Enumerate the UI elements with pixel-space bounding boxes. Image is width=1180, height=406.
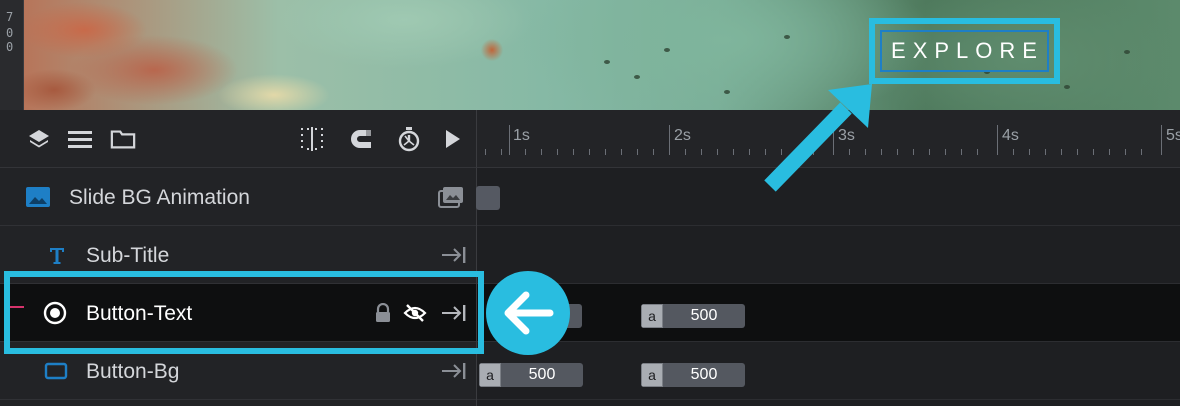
bg-keyframe-block[interactable]: [476, 186, 500, 210]
folder-icon[interactable]: [110, 126, 136, 152]
vertical-ruler: 7 0 0: [0, 0, 24, 110]
frame-chip-in[interactable]: a 500: [479, 363, 583, 387]
frame-prefix: a: [641, 304, 663, 328]
frame-value: 500: [663, 363, 745, 387]
ruler-digit: 0: [6, 26, 14, 40]
layers-icon[interactable]: [26, 126, 52, 152]
frame-value: 500: [663, 304, 745, 328]
tick-label: 4s: [1002, 127, 1019, 144]
grid-snap-icon[interactable]: [299, 126, 325, 152]
explore-button-text: EXPLORE: [891, 38, 1044, 63]
slide-preview: 7 0 0 EXPLORE: [0, 0, 1180, 110]
tick-label: 2s: [674, 127, 691, 144]
tick-label: 5s: [1166, 127, 1180, 144]
slider-editor: 7 0 0 EXPLORE 1s 2s 3s 4s 5s Slide BG An…: [0, 0, 1180, 406]
frame-prefix: a: [479, 363, 501, 387]
layer-label: Slide BG Animation: [69, 186, 250, 209]
explore-button-layer[interactable]: EXPLORE: [880, 30, 1049, 72]
layer-label: Button-Bg: [86, 360, 180, 383]
layer-row-slide-bg-animation[interactable]: Slide BG Animation: [0, 168, 476, 226]
images-icon[interactable]: [437, 184, 465, 210]
selected-layer-highlight-box: [4, 271, 484, 354]
frame-chip-out[interactable]: a 500: [641, 363, 745, 387]
play-icon[interactable]: [439, 126, 465, 152]
track-button-text[interactable]: [477, 284, 1180, 342]
layer-label: Sub-Title: [86, 244, 170, 267]
image-icon: [25, 184, 51, 210]
frame-value: 500: [501, 363, 583, 387]
list-icon[interactable]: [67, 126, 93, 152]
layers-toolbar: [0, 110, 476, 168]
align-end-icon[interactable]: [440, 358, 468, 384]
frame-chip-out[interactable]: a 500: [641, 304, 745, 328]
stopwatch-icon[interactable]: [396, 126, 422, 152]
frame-prefix: a: [641, 363, 663, 387]
magnet-icon[interactable]: [347, 126, 373, 152]
tick-label: 1s: [513, 127, 530, 144]
diagonal-arrow-callout-icon: [764, 84, 872, 192]
track-sub-title[interactable]: [477, 226, 1180, 284]
left-arrow-callout-icon: [486, 271, 570, 355]
align-end-icon[interactable]: [440, 242, 468, 268]
ruler-digit: 7: [6, 10, 14, 24]
ruler-digit: 0: [6, 40, 14, 54]
text-icon: [44, 242, 70, 268]
rectangle-icon: [43, 358, 69, 384]
